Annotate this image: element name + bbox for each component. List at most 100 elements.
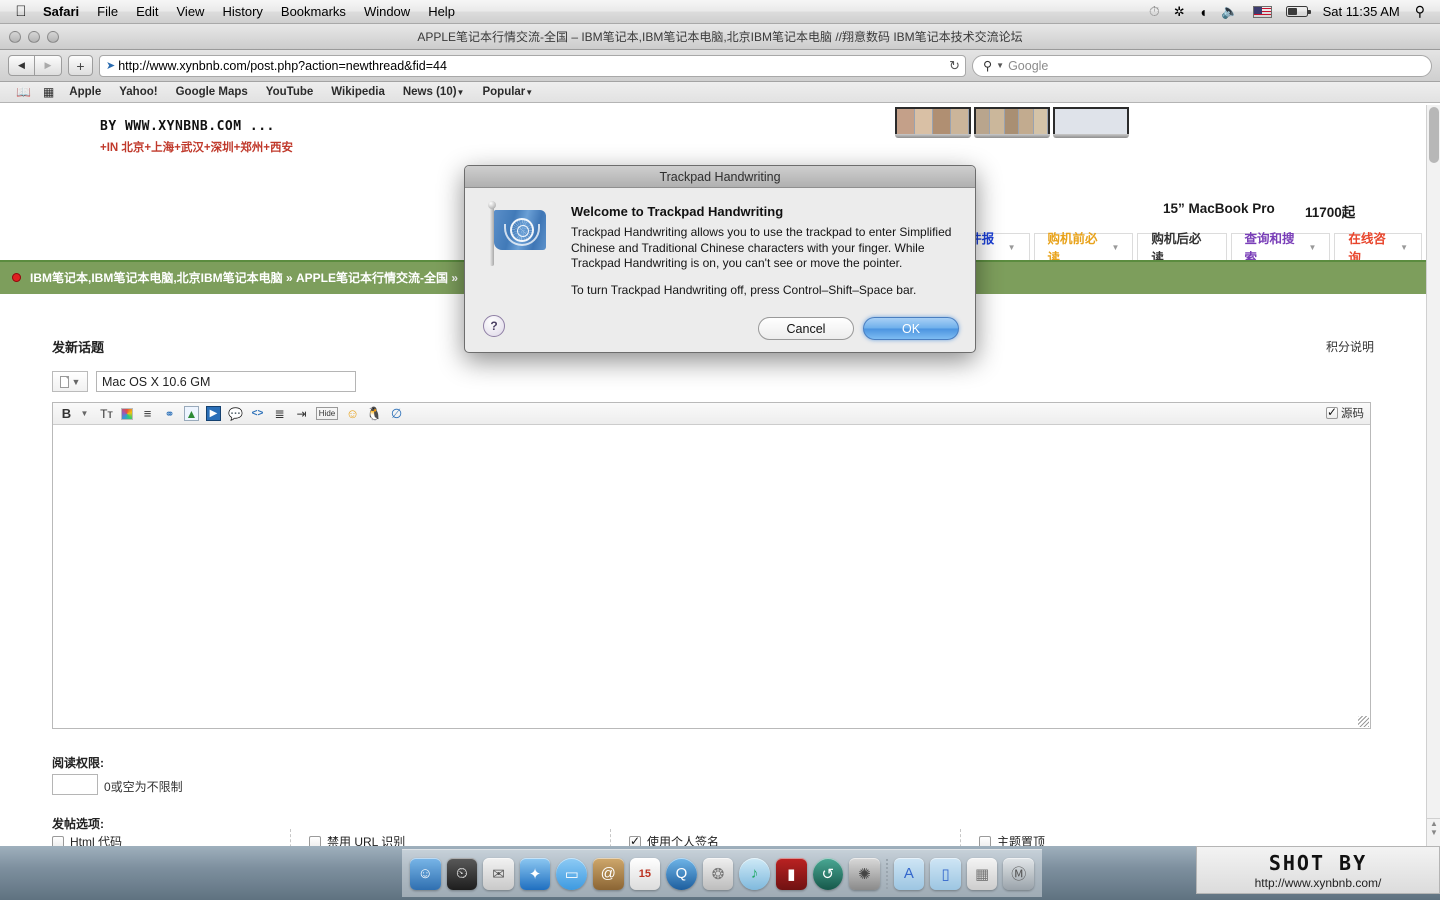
window-titlebar[interactable]: APPLE笔记本行情交流-全国 – IBM笔记本,IBM笔记本电脑,北京IBM笔…: [0, 24, 1440, 50]
bookmark-yahoo[interactable]: Yahoo!: [110, 86, 166, 98]
option-sticky-thread[interactable]: 主题置顶: [979, 829, 1142, 846]
book-icon[interactable]: 📖: [10, 85, 37, 99]
safari-icon[interactable]: ✦: [519, 857, 551, 890]
page-scrollbar-thumb[interactable]: [1429, 107, 1439, 163]
help-question-icon[interactable]: ?: [483, 315, 505, 337]
quicktime-icon[interactable]: Q: [666, 857, 697, 890]
address-book-icon[interactable]: @: [592, 857, 624, 890]
back-arrow-icon[interactable]: ◀: [8, 55, 35, 76]
align-icon[interactable]: ≡: [140, 406, 155, 421]
menu-item-history[interactable]: History: [213, 0, 271, 24]
us-flag-icon[interactable]: [1246, 0, 1279, 24]
cancel-button[interactable]: Cancel: [758, 317, 854, 340]
menu-item-help[interactable]: Help: [419, 0, 464, 24]
zoom-button[interactable]: [47, 30, 59, 43]
time-machine-icon[interactable]: ↺: [812, 857, 844, 890]
hide-icon[interactable]: Hide: [316, 407, 338, 420]
mail-icon[interactable]: ✉: [483, 857, 514, 890]
option-disable-url[interactable]: 禁用 URL 识别: [309, 829, 592, 846]
video-icon[interactable]: ▶: [206, 406, 221, 421]
read-permission-input[interactable]: [52, 774, 98, 795]
iphoto-icon[interactable]: ❂: [702, 857, 734, 890]
nav-tab-before-buy[interactable]: 购机前必读 ▼: [1033, 232, 1134, 265]
dashboard-icon[interactable]: ⏲: [446, 857, 478, 890]
menubar-clock[interactable]: Sat 11:35 AM: [1315, 4, 1408, 19]
wifi-icon[interactable]: ◖: [1192, 0, 1214, 24]
option-use-signature[interactable]: 使用个人签名: [629, 829, 942, 846]
subject-input[interactable]: Mac OS X 10.6 GM: [96, 371, 356, 392]
option-disable-url-checkbox[interactable]: [309, 835, 321, 846]
bold-icon[interactable]: B: [59, 406, 74, 421]
menu-item-edit[interactable]: Edit: [127, 0, 167, 24]
address-bar[interactable]: ➤ http://www.xynbnb.com/post.php?action=…: [99, 54, 966, 77]
ical-icon[interactable]: 15: [629, 857, 661, 890]
page-type-select-icon[interactable]: ▼: [52, 371, 88, 392]
editor-resize-handle[interactable]: [1358, 716, 1369, 727]
option-sticky-thread-checkbox[interactable]: [979, 835, 991, 846]
bookmark-google-maps[interactable]: Google Maps: [167, 86, 257, 98]
bookmark-popular[interactable]: Popular▼: [473, 86, 542, 98]
frontrow-icon[interactable]: ▮: [775, 857, 807, 890]
forward-arrow-icon[interactable]: ▶: [35, 55, 62, 76]
add-bookmark-plus-icon[interactable]: +: [68, 55, 93, 76]
page-scrollbar-arrows[interactable]: ▲ ▼: [1427, 818, 1440, 846]
ordered-list-icon[interactable]: ≣: [272, 406, 287, 421]
dialog-titlebar[interactable]: Trackpad Handwriting: [465, 166, 975, 188]
option-html-code-checkbox[interactable]: [52, 835, 64, 846]
finder-icon[interactable]: ☺: [410, 857, 441, 890]
indent-icon[interactable]: ⇥: [294, 406, 309, 421]
system-preferences-icon[interactable]: ✺: [849, 857, 880, 890]
spotlight-search-icon[interactable]: ⚲: [1408, 0, 1432, 24]
bold-dropdown-caret-icon[interactable]: ▼: [77, 406, 92, 421]
image-icon[interactable]: ▲: [184, 406, 199, 421]
menu-item-bookmarks[interactable]: Bookmarks: [272, 0, 355, 24]
font-size-icon[interactable]: Tт: [99, 406, 114, 421]
close-button[interactable]: [9, 30, 21, 43]
menu-item-file[interactable]: File: [88, 0, 127, 24]
search-input[interactable]: ⚲ ▼ Google: [972, 54, 1432, 77]
volume-icon[interactable]: 🔈: [1214, 0, 1245, 24]
source-code-checkbox[interactable]: [1326, 405, 1338, 419]
option-html-code[interactable]: Html 代码: [52, 829, 272, 846]
nav-tab-search[interactable]: 查询和搜索 ▼: [1230, 232, 1331, 265]
nav-tab-after-buy[interactable]: 购机后必读: [1137, 232, 1227, 265]
ichat-icon[interactable]: ▭: [556, 857, 587, 890]
points-help-link[interactable]: 积分说明: [1326, 338, 1374, 355]
bluetooth-icon[interactable]: ✲: [1167, 0, 1192, 24]
reload-icon[interactable]: ↻: [949, 58, 960, 74]
promo-product-name: 15” MacBook Pro: [1163, 201, 1275, 216]
search-engine-caret-icon[interactable]: ▼: [996, 61, 1004, 70]
text-color-icon[interactable]: [121, 407, 133, 420]
bookmark-news[interactable]: News (10)▼: [394, 86, 474, 98]
breadcrumb-text[interactable]: IBM笔记本,IBM笔记本电脑,北京IBM笔记本电脑 » APPLE笔记本行情交…: [30, 269, 458, 286]
documents-stack-icon[interactable]: ▯: [930, 857, 961, 890]
link-icon[interactable]: ⚭: [162, 406, 177, 421]
menu-item-safari[interactable]: Safari: [34, 0, 88, 24]
app-store-icon[interactable]: A: [893, 857, 925, 890]
apple-icon[interactable]: : [8, 4, 34, 19]
source-code-toggle[interactable]: 源码: [1326, 405, 1364, 421]
quote-icon[interactable]: 💬: [228, 406, 243, 421]
nav-tab-online-consult[interactable]: 在线咨询 ▼: [1334, 232, 1422, 265]
menu-item-window[interactable]: Window: [355, 0, 419, 24]
discuz-code-icon[interactable]: ∅: [389, 406, 404, 421]
ok-button[interactable]: OK: [863, 317, 959, 340]
option-use-signature-checkbox[interactable]: [629, 834, 641, 846]
menu-item-view[interactable]: View: [168, 0, 214, 24]
post-body-textarea[interactable]: [53, 425, 1370, 728]
time-machine-icon[interactable]: ⏱: [1142, 0, 1167, 24]
bookmark-youtube[interactable]: YouTube: [257, 86, 322, 98]
chevron-down-icon: ▼: [525, 88, 534, 97]
downloads-stack-icon[interactable]: ▦: [966, 857, 998, 890]
battery-icon[interactable]: [1279, 0, 1315, 24]
smiley-icon[interactable]: ☺: [345, 406, 360, 421]
qq-icon[interactable]: 🐧: [366, 406, 382, 421]
trash-icon[interactable]: Ⓜ: [1003, 857, 1034, 890]
code-icon[interactable]: <>: [250, 406, 265, 421]
bookmark-wikipedia[interactable]: Wikipedia: [322, 86, 394, 98]
grid-icon[interactable]: ▦: [37, 85, 60, 99]
itunes-icon[interactable]: ♪: [739, 857, 770, 890]
page-scrollbar[interactable]: ▲ ▼: [1426, 105, 1440, 846]
minimize-button[interactable]: [28, 30, 40, 43]
bookmark-apple[interactable]: Apple: [60, 86, 110, 98]
